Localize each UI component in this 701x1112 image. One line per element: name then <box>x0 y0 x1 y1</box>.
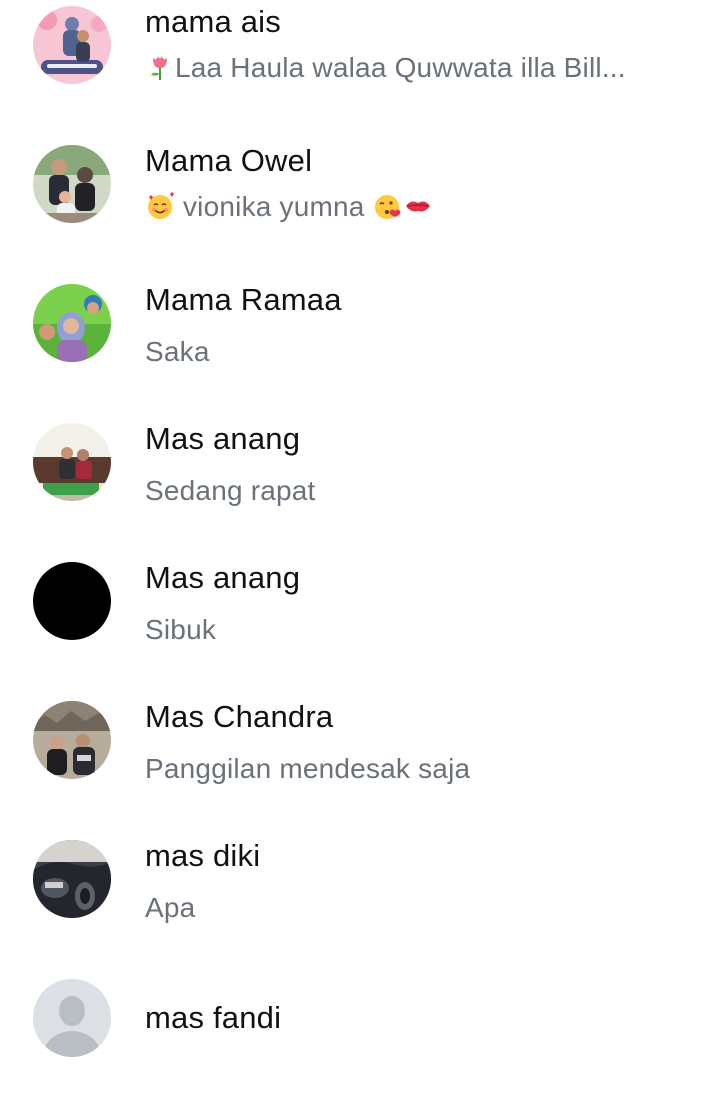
contact-item[interactable]: mas fandi <box>0 973 701 1112</box>
contact-name: mas diki <box>145 838 261 873</box>
contact-status: Sibuk <box>145 614 217 645</box>
contact-name: Mama Owel <box>145 143 313 178</box>
avatar <box>33 284 111 362</box>
contact-item[interactable]: mas diki Apa <box>0 834 701 973</box>
contact-status-text: Laa Haula walaa Quwwata illa Bill... <box>175 52 626 83</box>
contact-item[interactable]: mama ais Laa Haula walaa Quwwata illa Bi… <box>0 0 701 139</box>
contact-status: vionika yumna <box>145 189 433 225</box>
contact-item[interactable]: Mama Ramaa Saka <box>0 278 701 417</box>
smiling-face-with-hearts-emoji-icon <box>145 191 175 221</box>
contact-name: Mas anang <box>145 421 301 456</box>
face-blowing-kiss-emoji-icon <box>373 191 403 221</box>
contact-status: Laa Haula walaa Quwwata illa Bill... <box>145 50 675 86</box>
contact-name: Mama Ramaa <box>145 282 342 317</box>
contact-name: Mas Chandra <box>145 699 334 734</box>
tulip-emoji-icon <box>145 52 175 82</box>
kiss-mark-emoji-icon <box>403 191 433 221</box>
contact-name: mama ais <box>145 4 281 39</box>
contact-status: Sedang rapat <box>145 475 316 506</box>
contact-item[interactable]: Mas anang Sibuk <box>0 556 701 695</box>
avatar <box>33 701 111 779</box>
contact-name: Mas anang <box>145 560 301 595</box>
contact-status: Panggilan mendesak saja <box>145 753 471 784</box>
avatar <box>33 6 111 84</box>
contact-status: Apa <box>145 892 196 923</box>
contact-list: mama ais Laa Haula walaa Quwwata illa Bi… <box>0 0 701 1105</box>
contact-status-text: vionika yumna <box>182 191 365 222</box>
contact-item[interactable]: Mas anang Sedang rapat <box>0 417 701 556</box>
default-person-avatar-icon <box>33 979 111 1057</box>
avatar <box>33 423 111 501</box>
avatar <box>33 145 111 223</box>
contact-item[interactable]: Mama Owel vionika yumna <box>0 139 701 278</box>
contact-item[interactable]: Mas Chandra Panggilan mendesak saja <box>0 695 701 834</box>
avatar <box>33 840 111 918</box>
contact-name: mas fandi <box>145 1000 282 1035</box>
avatar <box>33 562 111 640</box>
contact-status: Saka <box>145 336 210 367</box>
